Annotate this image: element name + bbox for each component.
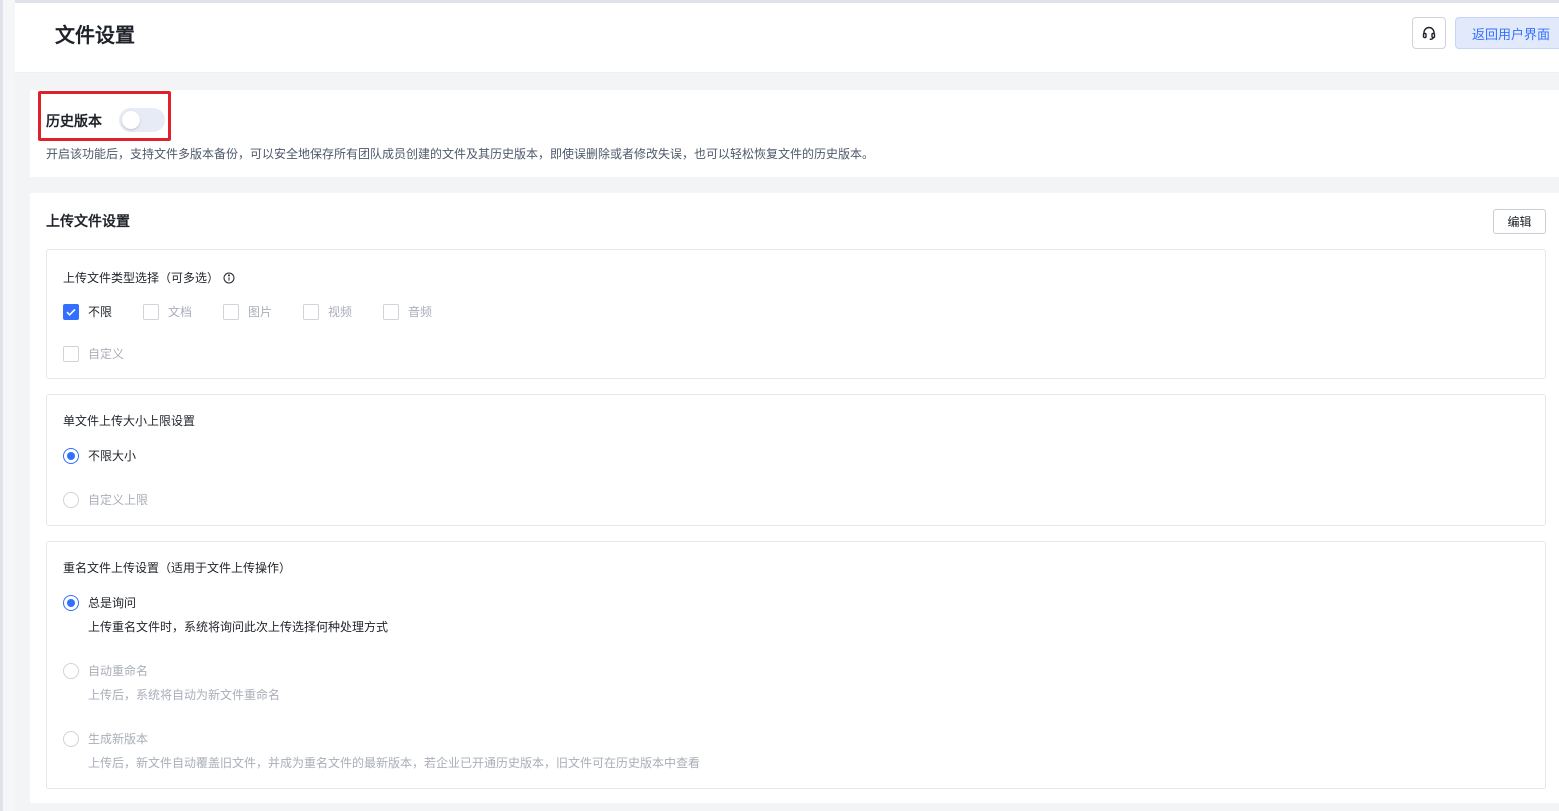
file-type-title-text: 上传文件类型选择（可多选）	[63, 271, 220, 285]
radio-label: 自定义上限	[88, 493, 149, 507]
file-type-option-unlimited[interactable]: 不限	[63, 303, 112, 320]
history-version-label: 历史版本	[46, 114, 102, 130]
checkbox-label: 不限	[88, 305, 113, 319]
headset-icon	[1422, 26, 1436, 40]
rename-title: 重名文件上传设置（适用于文件上传操作）	[63, 561, 292, 575]
radio-checked[interactable]	[63, 447, 79, 464]
history-version-card: 历史版本 开启该功能后，支持文件多版本备份，可以安全地保存所有团队成员创建的文件…	[30, 90, 1559, 177]
checkbox[interactable]	[143, 303, 159, 320]
checkbox-checked[interactable]	[63, 303, 79, 320]
checkbox-label: 视频	[328, 305, 353, 319]
file-type-panel: 上传文件类型选择（可多选） 不限 文档 图片 视频 音频 自定义	[46, 249, 1546, 379]
size-option-custom[interactable]: 自定义上限	[63, 491, 148, 508]
history-version-toggle[interactable]	[119, 108, 165, 132]
rename-option-description: 上传后，系统将自动为新文件重命名	[88, 688, 281, 702]
radio-label: 总是询问	[88, 596, 137, 610]
radio-label: 生成新版本	[88, 732, 149, 746]
rename-option-new-version[interactable]: 生成新版本	[63, 730, 148, 747]
radio[interactable]	[63, 662, 79, 679]
rename-panel: 重名文件上传设置（适用于文件上传操作） 总是询问 上传重名文件时，系统将询问此次…	[46, 541, 1546, 789]
rename-option-description: 上传后，新文件自动覆盖旧文件，并成为重名文件的最新版本，若企业已开通历史版本，旧…	[88, 756, 701, 770]
checkbox-label: 音频	[408, 305, 433, 319]
file-type-option-audio[interactable]: 音频	[383, 303, 432, 320]
file-type-option-image[interactable]: 图片	[223, 303, 272, 320]
page-title: 文件设置	[55, 23, 135, 47]
customer-support-button[interactable]	[1412, 17, 1446, 49]
checkbox-label: 文档	[168, 305, 193, 319]
file-size-panel: 单文件上传大小上限设置 不限大小 自定义上限	[46, 394, 1546, 526]
checkbox[interactable]	[223, 303, 239, 320]
file-size-title: 单文件上传大小上限设置	[63, 414, 196, 428]
file-type-title: 上传文件类型选择（可多选）	[63, 269, 235, 286]
file-type-option-document[interactable]: 文档	[143, 303, 192, 320]
file-type-option-custom[interactable]: 自定义	[63, 345, 124, 362]
history-version-description: 开启该功能后，支持文件多版本备份，可以安全地保存所有团队成员创建的文件及其历史版…	[46, 147, 875, 161]
radio[interactable]	[63, 730, 79, 747]
checkbox[interactable]	[303, 303, 319, 320]
file-type-option-video[interactable]: 视频	[303, 303, 352, 320]
radio-label: 自动重命名	[88, 664, 149, 678]
rename-option-auto-rename[interactable]: 自动重命名	[63, 662, 148, 679]
rename-option-description: 上传重名文件时，系统将询问此次上传选择何种处理方式	[88, 620, 389, 634]
upload-settings-title: 上传文件设置	[46, 214, 130, 230]
rename-option-always-ask[interactable]: 总是询问	[63, 594, 136, 611]
toggle-knob	[122, 111, 140, 129]
checkbox[interactable]	[63, 345, 79, 362]
edit-button[interactable]: 编辑	[1493, 209, 1546, 234]
radio-label: 不限大小	[88, 449, 137, 463]
return-user-interface-button[interactable]: 返回用户界面	[1455, 17, 1559, 49]
size-option-unlimited[interactable]: 不限大小	[63, 447, 136, 464]
page-header: 文件设置 返回用户界面	[15, 3, 1559, 73]
info-icon[interactable]	[223, 272, 235, 284]
radio[interactable]	[63, 491, 79, 508]
radio-checked[interactable]	[63, 594, 79, 611]
checkbox[interactable]	[383, 303, 399, 320]
upload-settings-card: 上传文件设置 编辑 上传文件类型选择（可多选） 不限 文档 图片 视频 音频 自…	[30, 193, 1559, 803]
checkbox-label: 自定义	[88, 347, 125, 361]
check-icon	[66, 308, 76, 316]
checkbox-label: 图片	[248, 305, 273, 319]
window-left-edge	[0, 0, 15, 811]
